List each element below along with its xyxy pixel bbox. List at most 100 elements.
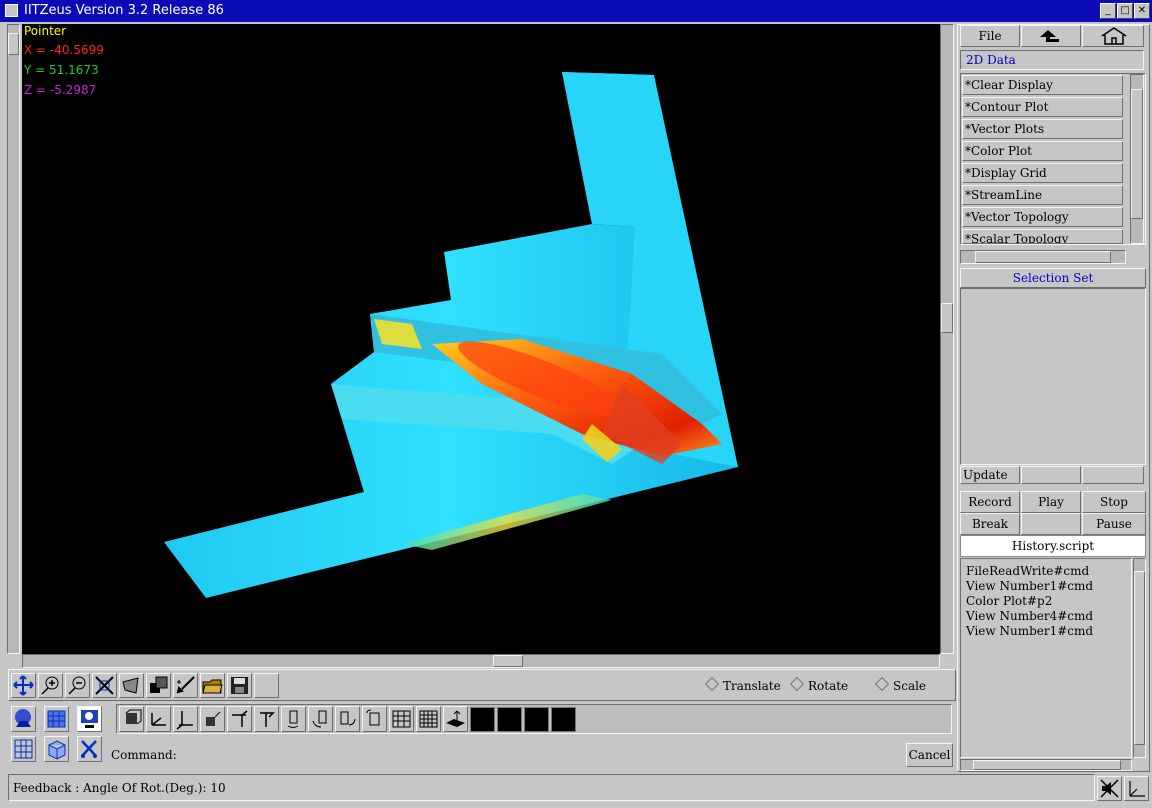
menu-item-contour-plot[interactable]: *Contour Plot xyxy=(962,97,1123,117)
side-view-icon[interactable] xyxy=(146,706,171,732)
feedback-text: Feedback : Angle Of Rot.(Deg.): 10 xyxy=(13,781,226,795)
blank-button-3[interactable] xyxy=(1021,513,1081,535)
save-icon[interactable] xyxy=(227,673,252,698)
menu-horizontal-scrollbar[interactable] xyxy=(960,250,1126,264)
pause-button[interactable]: Pause xyxy=(1082,513,1146,535)
viewport-hscroll-thumb[interactable] xyxy=(493,655,523,667)
section-label: 2D Data xyxy=(966,53,1016,67)
translate-label: Translate xyxy=(723,679,781,693)
menu-item-clear-display[interactable]: *Clear Display xyxy=(962,75,1123,95)
iso-view-icon[interactable] xyxy=(200,706,225,732)
left-scrollbar[interactable] xyxy=(7,24,20,654)
rotate-reset-icon[interactable] xyxy=(362,706,387,732)
play-button[interactable]: Play xyxy=(1021,491,1081,513)
grid-fine-icon[interactable] xyxy=(416,706,441,732)
break-button[interactable]: Break xyxy=(960,513,1020,535)
menu-vertical-scrollbar[interactable] xyxy=(1130,74,1144,244)
viewport-horizontal-scrollbar[interactable] xyxy=(22,654,940,668)
grid-table-icon[interactable] xyxy=(11,736,36,762)
section-header: 2D Data xyxy=(960,50,1144,70)
update-label: Update xyxy=(963,468,1008,482)
open-folder-icon[interactable] xyxy=(200,673,225,698)
up-arrow-button[interactable] xyxy=(1021,25,1081,47)
close-button[interactable]: ✕ xyxy=(1134,3,1150,19)
selection-set-label: Selection Set xyxy=(1012,271,1094,285)
app-icon xyxy=(5,4,18,17)
scale-radio[interactable]: Scale xyxy=(874,676,926,693)
history-horizontal-scrollbar[interactable] xyxy=(960,759,1132,771)
zoom-out-icon[interactable] xyxy=(65,673,90,698)
blank-button-1[interactable] xyxy=(1021,466,1081,484)
history-line[interactable]: View Number1#cmd xyxy=(966,624,1093,638)
globe-view-icon[interactable] xyxy=(11,706,36,732)
home-button[interactable] xyxy=(1082,25,1144,47)
scissors-icon[interactable] xyxy=(77,736,102,762)
probe-icon[interactable] xyxy=(173,673,198,698)
rotate-x-icon[interactable] xyxy=(281,706,306,732)
maximize-button[interactable]: □ xyxy=(1117,3,1133,19)
empty-slot-2[interactable] xyxy=(497,707,522,732)
rotate-radio[interactable]: Rotate xyxy=(789,676,849,693)
axis-view-icon[interactable] xyxy=(227,706,252,732)
menu-item-vector-topology[interactable]: *Vector Topology xyxy=(962,207,1123,227)
history-title: History.script xyxy=(960,535,1146,557)
menu-item-display-grid[interactable]: *Display Grid xyxy=(962,163,1123,183)
rotate-label: Rotate xyxy=(808,679,849,693)
mesh-view-icon[interactable] xyxy=(44,706,69,732)
ground-plane-icon[interactable] xyxy=(443,706,468,732)
layers-icon[interactable] xyxy=(146,673,171,698)
menu-vscroll-thumb[interactable] xyxy=(1131,89,1143,219)
menu-hscroll-thumb[interactable] xyxy=(975,251,1111,263)
grid-coarse-icon[interactable] xyxy=(389,706,414,732)
command-label: Command: xyxy=(111,748,177,762)
empty-slot-4[interactable] xyxy=(551,707,576,732)
perspective-icon[interactable] xyxy=(119,673,144,698)
history-line[interactable]: View Number4#cmd xyxy=(966,609,1093,623)
file-button[interactable]: File xyxy=(960,25,1020,47)
axes-icon[interactable] xyxy=(1124,776,1149,801)
history-vertical-scrollbar[interactable] xyxy=(1133,558,1146,758)
top-view-icon[interactable] xyxy=(173,706,198,732)
history-hscroll-thumb[interactable] xyxy=(973,760,1121,770)
empty-slot-1[interactable] xyxy=(470,707,495,732)
translate-radio-indicator xyxy=(704,676,720,692)
selection-set-header: Selection Set xyxy=(960,268,1146,288)
command-input[interactable] xyxy=(178,743,900,767)
minimize-button[interactable]: _ xyxy=(1100,3,1116,19)
blank-tool-button[interactable] xyxy=(254,673,279,698)
front-view-icon[interactable] xyxy=(119,706,144,732)
history-line[interactable]: View Number1#cmd xyxy=(966,579,1093,593)
menu-item-scalar-topology[interactable]: *Scalar Topology xyxy=(962,229,1123,244)
monitor-view-icon[interactable] xyxy=(77,706,102,732)
status-bar: Feedback : Angle Of Rot.(Deg.): 10 xyxy=(8,774,1095,801)
stop-button[interactable]: Stop xyxy=(1082,491,1146,513)
menu-item-color-plot[interactable]: *Color Plot xyxy=(962,141,1123,161)
record-button[interactable]: Record xyxy=(960,491,1020,513)
title-bar: IITZeus Version 3.2 Release 86 _ □ ✕ xyxy=(0,0,1152,22)
rotate-radio-indicator xyxy=(789,676,805,692)
zoom-in-icon[interactable] xyxy=(38,673,63,698)
rotate-z-icon[interactable] xyxy=(335,706,360,732)
left-scroll-thumb[interactable] xyxy=(8,33,19,55)
blank-button-2[interactable] xyxy=(1082,466,1144,484)
flag-view-icon[interactable] xyxy=(254,706,279,732)
3d-viewport[interactable]: Pointer X = -40.5699 Y = 51.1673 Z = -5.… xyxy=(22,24,940,654)
history-vscroll-thumb[interactable] xyxy=(1134,571,1145,745)
translate-radio[interactable]: Translate xyxy=(704,676,781,693)
rotate-y-icon[interactable] xyxy=(308,706,333,732)
fit-view-icon[interactable] xyxy=(92,673,117,698)
menu-item-vector-plots[interactable]: *Vector Plots xyxy=(962,119,1123,139)
selection-set-list[interactable] xyxy=(960,288,1146,465)
cancel-button[interactable]: Cancel xyxy=(906,743,953,767)
update-button[interactable]: Update xyxy=(960,466,1020,484)
aircraft-color-plot xyxy=(164,72,738,598)
menu-item-streamline[interactable]: *StreamLine xyxy=(962,185,1123,205)
translate-tool-icon[interactable] xyxy=(11,673,36,698)
history-line[interactable]: FileReadWrite#cmd xyxy=(966,564,1089,578)
viewport-vscroll-thumb[interactable] xyxy=(941,303,953,333)
cube-view-icon[interactable] xyxy=(44,736,69,762)
viewport-vertical-scrollbar[interactable] xyxy=(940,24,954,654)
empty-slot-3[interactable] xyxy=(524,707,549,732)
mute-icon[interactable] xyxy=(1097,776,1122,801)
history-line[interactable]: Color Plot#p2 xyxy=(966,594,1052,608)
